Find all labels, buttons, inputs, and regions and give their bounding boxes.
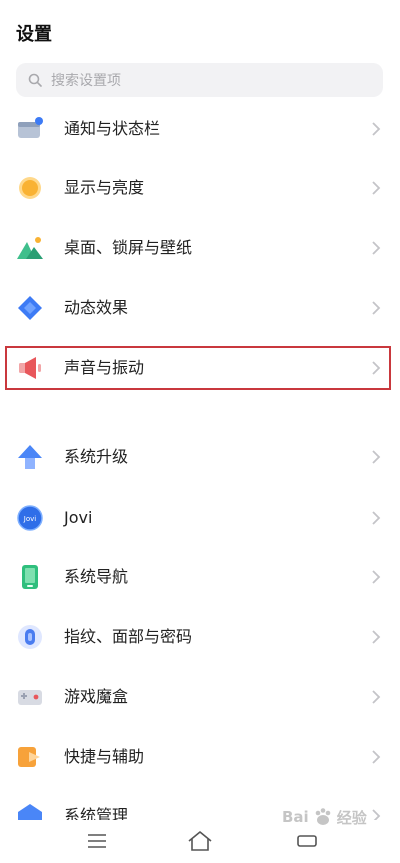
highlight-box (5, 346, 391, 390)
system-update-icon (18, 445, 42, 469)
settings-item-label: 快捷与辅助 (64, 747, 145, 766)
shortcut-icon (18, 747, 40, 767)
notification-icon (18, 117, 43, 138)
watermark-text-left: Bai (282, 808, 309, 826)
settings-item-fingerprint[interactable]: 指纹、面部与密码 (0, 615, 400, 659)
settings-item-notifications[interactable]: 通知与状态栏 (0, 107, 400, 151)
chevron-right-icon (372, 570, 381, 584)
settings-item-label: 游戏魔盒 (64, 687, 129, 706)
watermark: Bai 经验 (282, 806, 367, 828)
settings-item-navigation[interactable]: 系统导航 (0, 555, 400, 599)
fingerprint-icon (18, 625, 42, 649)
jovi-icon-text: Jovi (23, 515, 36, 523)
chevron-right-icon (372, 450, 381, 464)
chevron-right-icon (372, 181, 381, 195)
motion-effects-icon (18, 296, 42, 320)
settings-item-label: 显示与亮度 (64, 178, 145, 197)
menu-icon[interactable] (86, 833, 108, 849)
chevron-right-icon (372, 511, 381, 525)
settings-item-wallpaper[interactable]: 桌面、锁屏与壁纸 (0, 226, 400, 270)
settings-item-label: Jovi (64, 508, 93, 527)
chevron-right-icon (372, 630, 381, 644)
navigation-icon (22, 565, 38, 589)
search-placeholder: 搜索设置项 (51, 73, 121, 89)
search-input[interactable]: 搜索设置项 (16, 63, 383, 97)
wallpaper-icon (17, 237, 43, 259)
settings-item-shortcut[interactable]: 快捷与辅助 (0, 735, 400, 779)
settings-item-label: 系统升级 (64, 447, 129, 466)
chevron-right-icon (372, 122, 381, 136)
chevron-right-icon (372, 750, 381, 764)
settings-item-label: 系统导航 (64, 567, 129, 586)
page-title: 设置 (16, 24, 52, 45)
search-icon (28, 73, 42, 87)
settings-item-motion-effects[interactable]: 动态效果 (0, 286, 400, 330)
chevron-right-icon (372, 690, 381, 704)
jovi-icon: Jovi (17, 505, 43, 531)
settings-item-jovi[interactable]: Jovi Jovi (0, 496, 400, 540)
settings-item-label: 动态效果 (64, 298, 129, 317)
settings-item-game-box[interactable]: 游戏魔盒 (0, 675, 400, 719)
brightness-icon (19, 177, 41, 199)
chevron-right-icon (372, 241, 381, 255)
settings-item-system-update[interactable]: 系统升级 (0, 435, 400, 479)
settings-item-display[interactable]: 显示与亮度 (0, 166, 400, 210)
watermark-text-right: 经验 (336, 808, 367, 827)
home-icon[interactable] (187, 830, 213, 852)
game-box-icon (18, 690, 42, 705)
settings-item-label: 桌面、锁屏与壁纸 (64, 238, 193, 257)
paw-logo-icon (315, 808, 331, 825)
settings-item-label: 通知与状态栏 (64, 119, 161, 138)
chevron-right-icon (372, 301, 381, 315)
settings-item-label: 指纹、面部与密码 (64, 627, 193, 646)
back-icon[interactable] (296, 834, 318, 848)
